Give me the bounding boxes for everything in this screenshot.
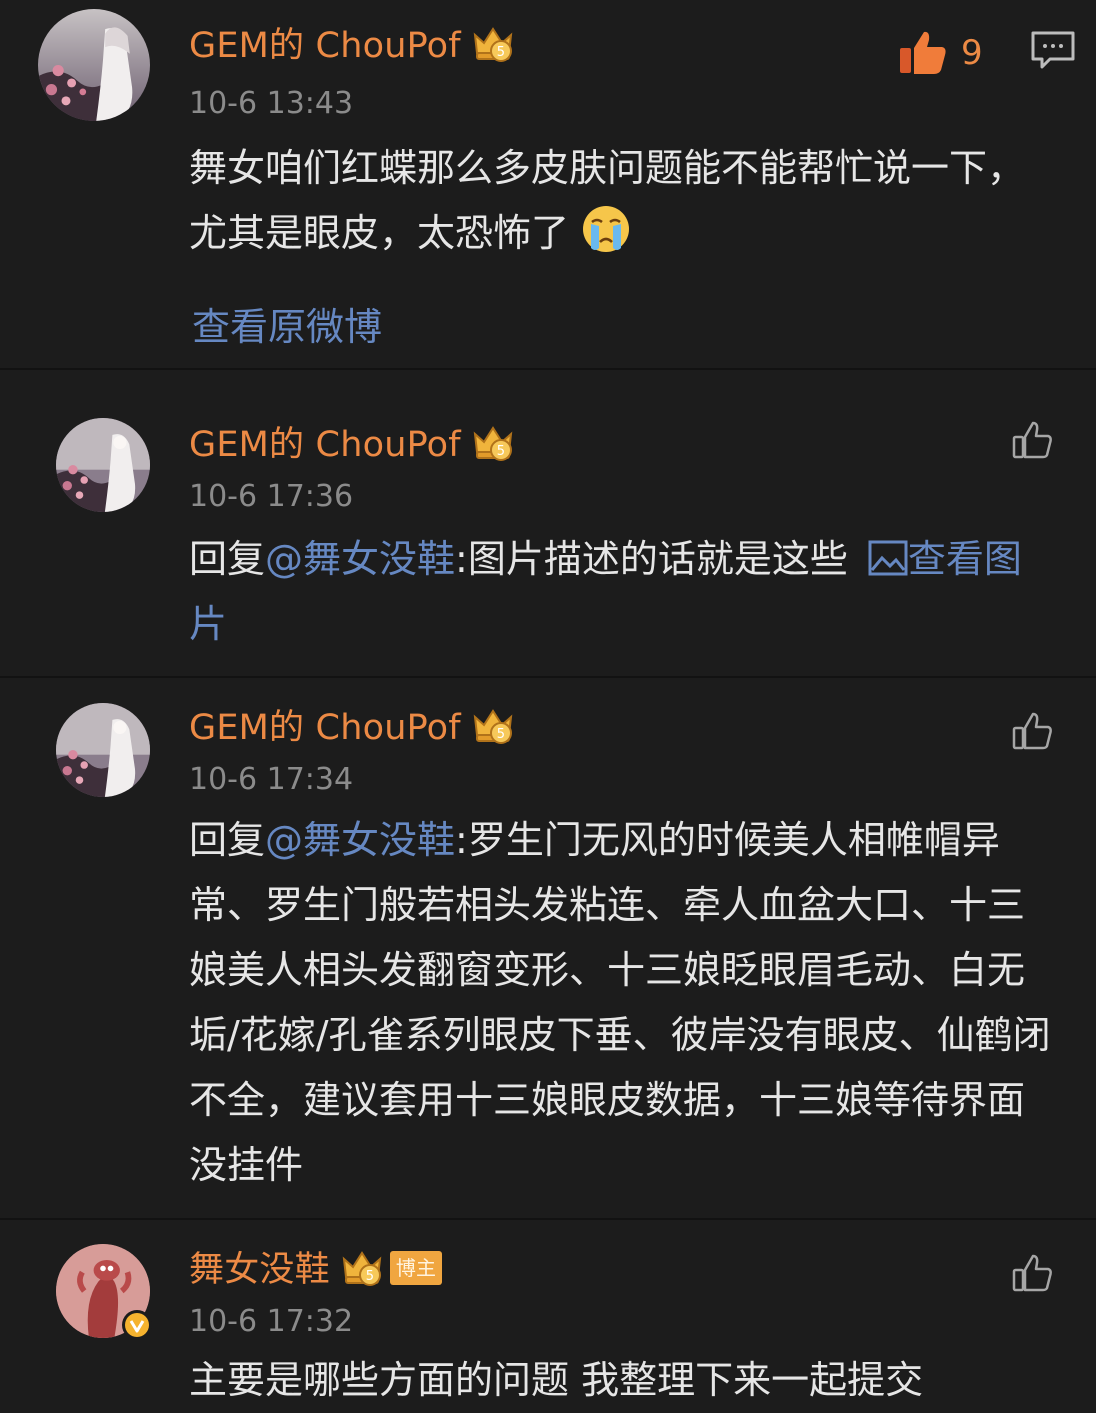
timestamp: 10-6 17:36 [189,479,354,514]
timestamp: 10-6 17:32 [189,1304,354,1339]
avatar[interactable] [56,703,150,797]
reply-text-content: :罗生门无风的时候美人相帷帽异常、罗生门般若相头发粘连、牵人血盆大口、十三娘美人… [189,818,1051,1187]
comment-feed: GEM的 ChouPof 5 10-6 13:43 9 舞女咱们红蝶那么多皮肤问… [0,0,1096,1402]
reply-text: 主要是哪些方面的问题 我整理下来一起提交 [189,1358,924,1402]
like-count: 9 [961,33,983,73]
timestamp: 10-6 17:34 [189,762,354,797]
host-badge: 博主 [389,1251,443,1285]
thumbs-up-icon[interactable] [1011,711,1053,751]
thumbs-up-liked-icon[interactable] [897,28,949,76]
comment-text: 舞女咱们红蝶那么多皮肤问题能不能帮忙说一下，尤其是眼皮，太恐怖了 [189,136,1049,266]
v-verified-icon [125,1313,149,1337]
username[interactable]: GEM的 ChouPof 5 [189,25,515,69]
username-text[interactable]: GEM的 ChouPof [189,26,461,66]
svg-text:5: 5 [497,727,505,742]
svg-text:5: 5 [497,45,505,60]
username[interactable]: GEM的 ChouPof 5 [189,707,515,751]
username-text[interactable]: GEM的 ChouPof [189,425,461,465]
reply-prefix: 回复 [189,818,266,862]
comment-icon[interactable] [1030,30,1076,70]
username-text[interactable]: GEM的 ChouPof [189,708,461,748]
thumbs-up-icon[interactable] [1011,420,1053,460]
verified-badge [122,1310,152,1340]
main-comment: GEM的 ChouPof 5 10-6 13:43 9 舞女咱们红蝶那么多皮肤问… [0,0,1096,368]
reply-comment: 舞女没鞋 5 博主 10-6 17:32 主要是哪些方面的问题 我整理下来一起提… [0,1220,1096,1402]
mention-link[interactable]: @舞女没鞋 [265,537,455,581]
crown-vip-icon: 5 [471,420,515,464]
reply-comment: GEM的 ChouPof 5 10-6 17:36 回复@舞女没鞋:图片描述的话… [0,370,1096,676]
reply-text: 回复@舞女没鞋:罗生门无风的时候美人相帷帽异常、罗生门般若相头发粘连、牵人血盆大… [189,808,1051,1198]
reply-comment: GEM的 ChouPof 5 10-6 17:34 回复@舞女没鞋:罗生门无风的… [0,678,1096,1218]
view-original-link[interactable]: 查看原微博 [192,305,382,349]
crown-vip-icon: 5 [340,1245,384,1289]
thumbs-up-icon[interactable] [1011,1253,1053,1293]
crown-vip-icon: 5 [471,21,515,65]
crying-face-icon [581,204,631,254]
image-icon [868,540,908,576]
reply-prefix: 回复 [189,537,266,581]
svg-text:5: 5 [366,1269,374,1284]
avatar[interactable] [38,9,150,121]
username-text[interactable]: 舞女没鞋 [189,1250,330,1290]
timestamp: 10-6 13:43 [189,86,354,121]
mention-link[interactable]: @舞女没鞋 [265,818,455,862]
reply-text: 回复@舞女没鞋:图片描述的话就是这些 查看图片 [189,527,1059,657]
reply-text-content: :图片描述的话就是这些 [455,537,860,581]
crown-vip-icon: 5 [471,703,515,747]
svg-text:5: 5 [497,444,505,459]
username[interactable]: GEM的 ChouPof 5 [189,424,515,468]
username[interactable]: 舞女没鞋 5 博主 [189,1249,443,1293]
avatar[interactable] [56,418,150,512]
